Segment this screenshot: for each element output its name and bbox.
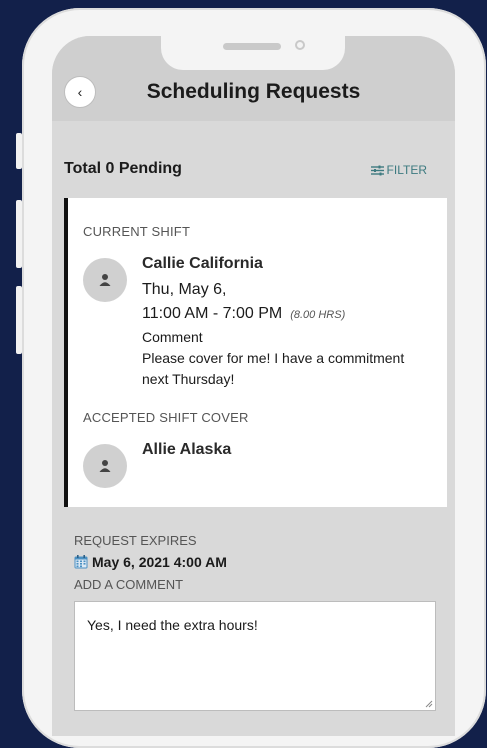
expires-datetime: May 6, 2021 4:00 AM bbox=[92, 554, 227, 570]
employee-name: Callie California bbox=[142, 255, 263, 272]
add-comment-label: ADD A COMMENT bbox=[74, 577, 184, 592]
avatar bbox=[83, 258, 127, 302]
comment-label: Comment bbox=[142, 329, 203, 345]
cover-employee-name: Allie Alaska bbox=[142, 441, 232, 458]
pending-count: Total 0 Pending bbox=[64, 160, 182, 177]
user-icon bbox=[99, 274, 111, 286]
resize-handle-icon[interactable] bbox=[425, 700, 433, 708]
shift-time: 11:00 AM - 7:00 PM (8.00 HRS) bbox=[142, 305, 345, 323]
shift-date: Thu, May 6, bbox=[142, 281, 227, 298]
speaker-grille bbox=[223, 43, 281, 50]
page-title: Scheduling Requests bbox=[146, 80, 361, 103]
camera-icon bbox=[295, 40, 305, 50]
request-card: CURRENT SHIFT Callie California Thu, May… bbox=[64, 198, 447, 507]
app-header: ‹ Scheduling Requests bbox=[52, 36, 455, 121]
comment-input-value: Yes, I need the extra hours! bbox=[87, 617, 258, 633]
calendar-icon bbox=[74, 555, 88, 569]
phone-notch bbox=[161, 36, 345, 70]
avatar bbox=[83, 444, 127, 488]
filter-label: FILTER bbox=[386, 163, 427, 177]
current-shift-label: CURRENT SHIFT bbox=[83, 224, 191, 239]
shift-hours: (8.00 HRS) bbox=[290, 309, 346, 321]
sliders-icon bbox=[370, 165, 384, 175]
comment-input[interactable]: Yes, I need the extra hours! bbox=[74, 601, 436, 711]
accepted-cover-label: ACCEPTED SHIFT COVER bbox=[83, 410, 249, 425]
request-expires-value: May 6, 2021 4:00 AM bbox=[74, 554, 227, 570]
user-icon bbox=[99, 460, 111, 472]
app-screen: ‹ Scheduling Requests Total 0 Pending FI… bbox=[52, 36, 455, 736]
filter-button[interactable]: FILTER bbox=[370, 163, 427, 177]
shift-time-range: 11:00 AM - 7:00 PM bbox=[142, 305, 283, 322]
comment-text: Please cover for me! I have a commitment… bbox=[142, 350, 405, 387]
request-expires-label: REQUEST EXPIRES bbox=[74, 533, 197, 548]
